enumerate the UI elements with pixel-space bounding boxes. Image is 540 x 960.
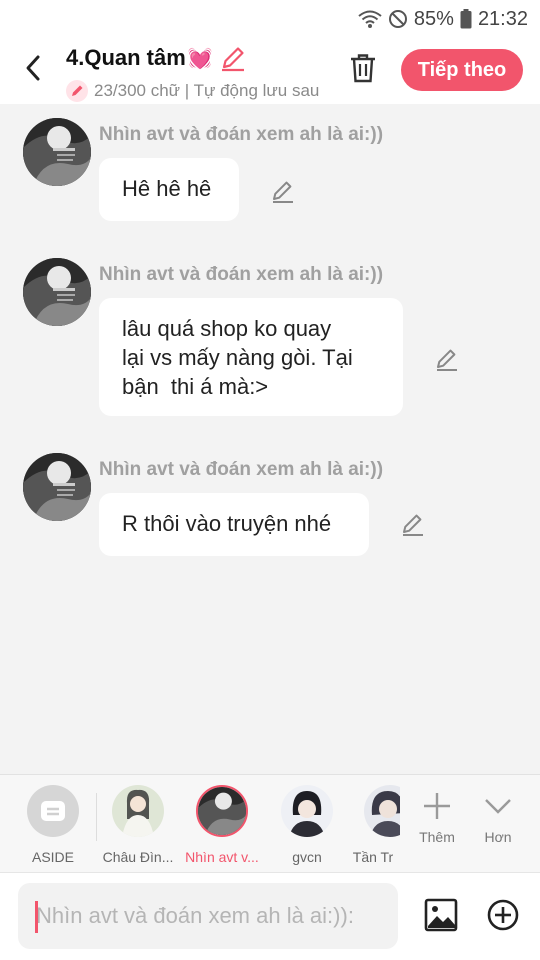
avatar — [364, 785, 400, 837]
more-button[interactable]: Hơn — [472, 791, 524, 845]
chevron-down-icon — [485, 799, 511, 814]
character-selector: ASIDE Châu Đìn... Nhìn avt v... gvcn Tần… — [0, 774, 540, 872]
character-name: Nhìn avt v... — [185, 849, 259, 865]
edit-message-icon[interactable] — [270, 178, 296, 204]
do-not-disturb-icon — [388, 10, 407, 28]
delete-button[interactable] — [346, 50, 380, 86]
avatar[interactable] — [23, 453, 91, 521]
status-bar: 85% 21:32 — [0, 0, 540, 36]
app-header: 4.Quan tâm 💓 23/300 chữ | Tự động lưu sa… — [0, 36, 540, 104]
status-icons: 85% 21:32 — [358, 6, 528, 32]
plus-icon — [424, 793, 450, 819]
avatar — [281, 785, 333, 837]
sender-name: Nhìn avt và đoán xem ah là ai:)) — [99, 264, 384, 285]
chat-area: Nhìn avt và đoán xem ah là ai:)) Hê hê h… — [0, 104, 540, 774]
character-name: gvcn — [292, 849, 322, 865]
wifi-icon — [358, 10, 382, 28]
avatar — [196, 785, 248, 837]
message-bubble[interactable]: lâu quá shop ko quay lại vs mấy nàng gòi… — [99, 298, 403, 416]
message-line: bận thi á mà:> — [122, 374, 269, 399]
message-bubble[interactable]: R thôi vào truyện nhé — [99, 493, 369, 556]
back-button[interactable] — [18, 50, 48, 86]
battery-percent: 85% — [413, 7, 454, 30]
avatar[interactable] — [23, 258, 91, 326]
add-character-button[interactable]: Thêm — [411, 791, 463, 845]
pencil-icon — [66, 80, 88, 102]
character-selected[interactable]: Nhìn avt v... — [182, 785, 262, 865]
message-line: lâu quá shop ko quay — [122, 316, 332, 341]
edit-message-icon[interactable] — [400, 511, 426, 537]
avatar[interactable] — [23, 118, 91, 186]
heart-emoji: 💓 — [187, 47, 213, 70]
edit-message-icon[interactable] — [434, 346, 460, 372]
aside-icon — [27, 785, 79, 837]
message-bubble[interactable]: Hê hê hê — [99, 158, 239, 221]
divider — [96, 793, 97, 841]
chapter-title-block[interactable]: 4.Quan tâm 💓 23/300 chữ | Tự động lưu sa… — [66, 44, 336, 102]
message-text: R thôi vào truyện nhé — [122, 511, 332, 536]
edit-title-icon[interactable] — [219, 44, 247, 72]
character-chau-dinh[interactable]: Châu Đìn... — [98, 785, 178, 865]
sender-name: Nhìn avt và đoán xem ah là ai:)) — [99, 459, 384, 480]
character-name: ASIDE — [31, 849, 74, 865]
input-bar — [0, 872, 540, 960]
avatar — [112, 785, 164, 837]
sender-name: Nhìn avt và đoán xem ah là ai:)) — [99, 124, 384, 145]
battery-icon — [460, 9, 472, 29]
character-gvcn[interactable]: gvcn — [267, 785, 347, 865]
more-label: Hơn — [484, 829, 512, 845]
trash-icon — [351, 54, 375, 83]
character-name: Tần Tr — [352, 849, 394, 865]
character-aside[interactable]: ASIDE — [13, 785, 93, 865]
chevron-left-icon — [26, 55, 40, 81]
next-button[interactable]: Tiếp theo — [401, 49, 523, 91]
message-line: lại vs mấy nàng gòi. Tại — [122, 345, 353, 370]
chapter-title-text: 4.Quan tâm — [66, 45, 186, 70]
character-name: Châu Đìn... — [102, 849, 174, 865]
image-icon[interactable] — [424, 898, 458, 932]
clock: 21:32 — [477, 7, 528, 30]
text-cursor — [35, 901, 38, 933]
word-count-text: 23/300 chữ | Tự động lưu sau — [94, 81, 320, 100]
add-circle-icon[interactable] — [487, 899, 519, 931]
word-count-autosave: 23/300 chữ | Tự động lưu sau — [66, 80, 324, 102]
add-label: Thêm — [419, 829, 455, 845]
chapter-title[interactable]: 4.Quan tâm 💓 — [66, 44, 336, 72]
character-tan[interactable]: Tần Tr — [346, 785, 400, 865]
message-input[interactable] — [18, 883, 398, 949]
message-text: Hê hê hê — [122, 176, 212, 201]
